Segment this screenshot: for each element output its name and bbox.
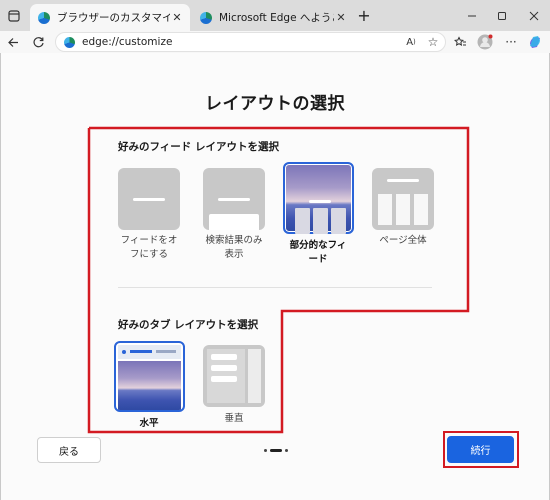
pagination-dot: [264, 449, 267, 452]
close-tab-icon[interactable]: ✕: [170, 11, 184, 24]
tab-customize[interactable]: ブラウザーのカスタマイズ ✕: [30, 4, 190, 31]
edge-logo-icon: [64, 36, 75, 48]
page-title: レイアウトの選択: [205, 94, 345, 114]
tab-option-horizontal-label: 水平: [139, 418, 159, 429]
tab-strip: ブラウザーのカスタマイズ ✕ Microsoft Edge へようこそ ✕ +: [0, 0, 550, 31]
new-tab-icon[interactable]: +: [352, 0, 376, 31]
back-arrow-icon[interactable]: [4, 33, 22, 51]
close-window-icon[interactable]: [517, 0, 550, 31]
close-tab-icon[interactable]: ✕: [334, 11, 348, 24]
tab-actions-icon[interactable]: [0, 0, 28, 31]
back-button[interactable]: 戻る: [37, 437, 101, 463]
feed-option-partial[interactable]: [283, 162, 354, 234]
feed-option-search-only[interactable]: [203, 168, 265, 230]
pagination-dot: [285, 449, 288, 452]
address-url: edge://customize: [82, 36, 173, 48]
continue-button[interactable]: 続行: [447, 436, 514, 463]
tab-option-vertical[interactable]: [203, 345, 265, 407]
feed-option-off[interactable]: [118, 168, 180, 230]
copilot-icon[interactable]: [526, 33, 544, 51]
profile-avatar-icon[interactable]: [476, 33, 494, 51]
feed-option-full-page[interactable]: [372, 168, 434, 230]
edge-favicon-icon: [38, 11, 50, 24]
tab-title: ブラウザーのカスタマイズ: [57, 12, 170, 24]
feed-layout-heading: 好みのフィード レイアウトを選択: [118, 141, 279, 153]
toolbar: edge://customize A) ☆ ···: [0, 31, 550, 53]
feed-option-full-page-label: ページ全体: [379, 235, 427, 246]
feed-option-partial-label: 部分的なフィ ード: [289, 240, 347, 265]
tab-layout-heading: 好みのタブ レイアウトを選択: [118, 319, 259, 331]
favorite-star-icon[interactable]: ☆: [424, 33, 442, 51]
tab-title: Microsoft Edge へようこそ: [219, 12, 334, 24]
feed-option-search-only-label: 検索結果のみ 表示: [205, 235, 263, 260]
tab-welcome[interactable]: Microsoft Edge へようこそ ✕: [192, 4, 354, 31]
edge-favicon-icon: [200, 11, 212, 24]
maximize-icon[interactable]: [487, 0, 517, 31]
tab-option-vertical-label: 垂直: [224, 413, 244, 424]
section-divider: [118, 287, 432, 288]
read-aloud-icon[interactable]: A): [402, 33, 420, 51]
address-bar[interactable]: edge://customize: [55, 32, 446, 52]
feed-option-off-label: フィードをオ フにする: [120, 235, 178, 260]
pagination-dot-active: [270, 449, 282, 452]
tab-option-horizontal[interactable]: [114, 341, 185, 412]
minimize-icon[interactable]: [457, 0, 487, 31]
favorites-icon[interactable]: [451, 33, 469, 51]
more-options-icon[interactable]: ···: [502, 33, 520, 51]
refresh-icon[interactable]: [29, 33, 47, 51]
